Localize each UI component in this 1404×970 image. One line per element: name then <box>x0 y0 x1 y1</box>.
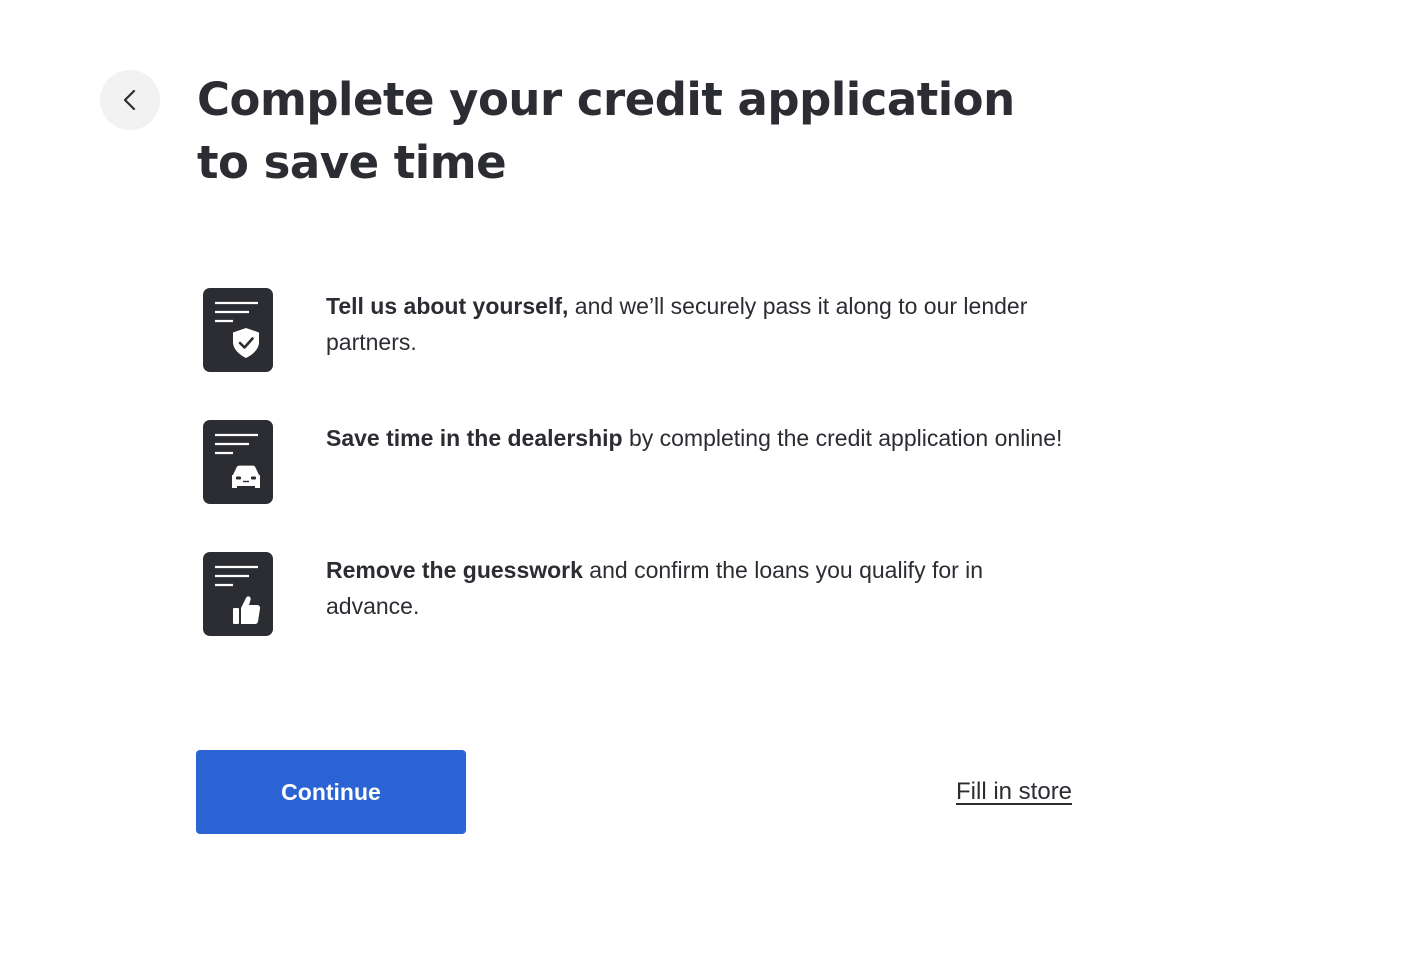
back-button[interactable] <box>100 70 160 130</box>
chevron-left-icon <box>123 89 136 111</box>
document-shield-icon <box>203 288 273 372</box>
benefit-item: Save time in the dealership by completin… <box>203 420 1066 504</box>
continue-button[interactable]: Continue <box>196 750 466 834</box>
benefit-item: Remove the guesswork and confirm the loa… <box>203 552 1066 636</box>
benefit-item: Tell us about yourself, and we’ll secure… <box>203 288 1066 372</box>
benefit-description: Remove the guesswork and confirm the loa… <box>326 552 1066 624</box>
benefit-heading: Remove the guesswork <box>326 557 583 583</box>
document-car-icon <box>203 420 273 504</box>
benefit-description: Save time in the dealership by completin… <box>326 420 1066 456</box>
benefit-body: by completing the credit application onl… <box>622 425 1063 451</box>
benefit-heading: Tell us about yourself, <box>326 293 569 319</box>
document-thumbs-up-icon <box>203 552 273 636</box>
benefit-description: Tell us about yourself, and we’ll secure… <box>326 288 1066 360</box>
benefit-heading: Save time in the dealership <box>326 425 623 451</box>
page-title: Complete your credit application to save… <box>197 73 1015 189</box>
fill-in-store-link[interactable]: Fill in store <box>956 778 1072 806</box>
